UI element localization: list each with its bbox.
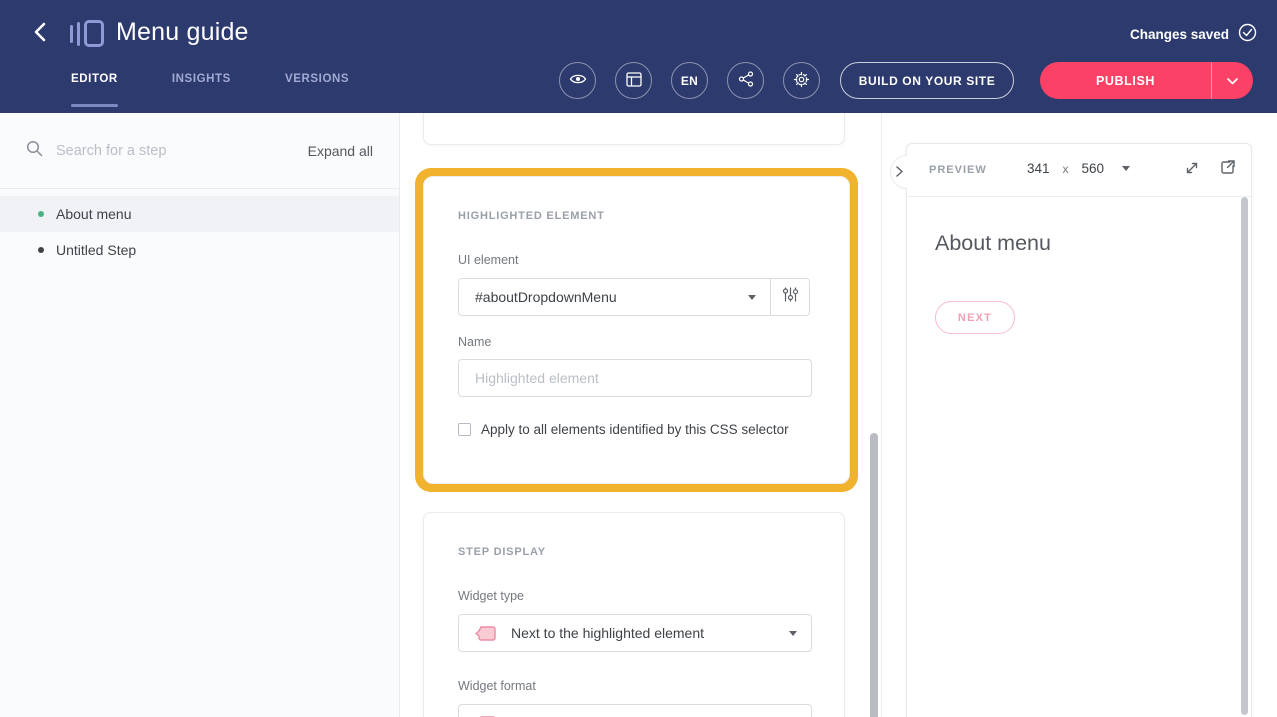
tooltip-widget-icon (475, 713, 498, 717)
expand-all-link[interactable]: Expand all (308, 143, 373, 159)
layout-icon (626, 72, 642, 90)
preview-content: About menu NEXT (907, 197, 1251, 334)
tab-editor[interactable]: EDITOR (71, 73, 118, 94)
navbar-tabs: EDITOR INSIGHTS VERSIONS (71, 73, 349, 94)
settings-button[interactable] (783, 62, 820, 99)
tab-versions[interactable]: VERSIONS (285, 73, 349, 94)
eye-icon (569, 72, 587, 89)
step-search-input[interactable] (56, 143, 308, 159)
share-button[interactable] (727, 62, 764, 99)
chevron-down-icon (1122, 166, 1130, 171)
step-label: Untitled Step (56, 242, 136, 258)
share-icon (738, 71, 754, 90)
back-button[interactable] (26, 20, 54, 48)
language-button[interactable]: EN (671, 62, 708, 99)
chevron-left-icon (34, 22, 46, 47)
gear-icon (793, 71, 810, 91)
publish-dropdown-button[interactable] (1211, 62, 1253, 99)
previous-settings-card (423, 113, 845, 145)
ui-element-value: #aboutDropdownMenu (475, 289, 617, 305)
preview-height-value: 560 (1082, 161, 1105, 176)
preview-eye-button[interactable] (559, 62, 596, 99)
tab-insights[interactable]: INSIGHTS (172, 73, 231, 94)
collapse-preview-button[interactable] (890, 155, 907, 189)
highlighted-element-card-focus-ring: HIGHLIGHTED ELEMENT UI element #aboutDro… (415, 168, 858, 492)
widget-format-select[interactable] (458, 704, 812, 717)
check-circle-icon (1238, 23, 1257, 45)
chevron-down-icon (748, 295, 756, 300)
section-title: HIGHLIGHTED ELEMENT (458, 210, 810, 222)
save-status: Changes saved (1130, 23, 1257, 45)
element-settings-button[interactable] (771, 278, 810, 316)
name-label: Name (458, 335, 810, 349)
element-name-input[interactable] (458, 359, 812, 397)
preview-panel: PREVIEW 341 x 560 About menu NEXT (906, 143, 1252, 717)
tooltip-widget-icon (475, 623, 498, 644)
step-bullet-icon (38, 211, 44, 217)
steps-sidebar: Expand all About menu Untitled Step (0, 113, 400, 717)
open-in-new-window-button[interactable] (1218, 161, 1236, 179)
preview-header: PREVIEW 341 x 560 (907, 144, 1251, 197)
step-bullet-icon (38, 247, 44, 253)
publish-button[interactable]: PUBLISH (1040, 62, 1211, 99)
preview-next-button[interactable]: NEXT (935, 301, 1015, 334)
app-logo-icon (70, 19, 106, 49)
ui-element-select[interactable]: #aboutDropdownMenu (458, 278, 771, 316)
build-on-your-site-button[interactable]: BUILD ON YOUR SITE (840, 62, 1014, 99)
highlighted-element-card: HIGHLIGHTED ELEMENT UI element #aboutDro… (423, 176, 850, 484)
layout-button[interactable] (615, 62, 652, 99)
expand-preview-button[interactable] (1183, 161, 1201, 179)
widget-format-label: Widget format (458, 679, 805, 693)
preview-size-separator: x (1063, 162, 1069, 176)
save-status-label: Changes saved (1130, 27, 1229, 42)
step-search-row: Expand all (0, 113, 399, 189)
search-icon (26, 140, 43, 162)
widget-type-value: Next to the highlighted element (511, 625, 704, 641)
preview-title: PREVIEW (929, 164, 987, 176)
step-editor-column: HIGHLIGHTED ELEMENT UI element #aboutDro… (400, 113, 882, 717)
apply-to-all-label: Apply to all elements identified by this… (481, 422, 789, 437)
widget-type-label: Widget type (458, 589, 805, 603)
publish-split-button: PUBLISH (1040, 62, 1253, 99)
preview-width-value: 341 (1027, 161, 1050, 176)
chevron-down-icon (1227, 72, 1238, 90)
navbar-actions: EN BUILD ON YOUR SITE (559, 62, 1014, 99)
apply-to-all-row[interactable]: Apply to all elements identified by this… (458, 422, 810, 437)
preview-scrollbar[interactable] (1241, 197, 1248, 715)
apply-to-all-checkbox[interactable] (458, 423, 471, 436)
guide-title: Menu guide (116, 18, 249, 47)
top-navbar: Menu guide EDITOR INSIGHTS VERSIONS EN (0, 0, 1277, 113)
editor-scrollbar[interactable] (870, 433, 878, 717)
step-item-about-menu[interactable]: About menu (0, 196, 399, 232)
chevron-right-icon (896, 164, 903, 180)
section-title: STEP DISPLAY (458, 546, 805, 558)
preview-step-title: About menu (935, 231, 1251, 256)
widget-type-select[interactable]: Next to the highlighted element (458, 614, 812, 652)
expand-arrows-icon (1184, 160, 1200, 181)
preview-size-select[interactable]: 341 x 560 (1027, 161, 1130, 176)
ui-element-label: UI element (458, 253, 810, 267)
chevron-down-icon (789, 631, 797, 636)
step-list: About menu Untitled Step (0, 196, 399, 268)
external-link-icon (1219, 159, 1236, 181)
step-display-card: STEP DISPLAY Widget type Next to the hig… (423, 512, 845, 717)
ui-element-row: #aboutDropdownMenu (458, 278, 810, 316)
step-item-untitled-step[interactable]: Untitled Step (0, 232, 399, 268)
sliders-icon (782, 286, 799, 308)
step-label: About menu (56, 206, 132, 222)
